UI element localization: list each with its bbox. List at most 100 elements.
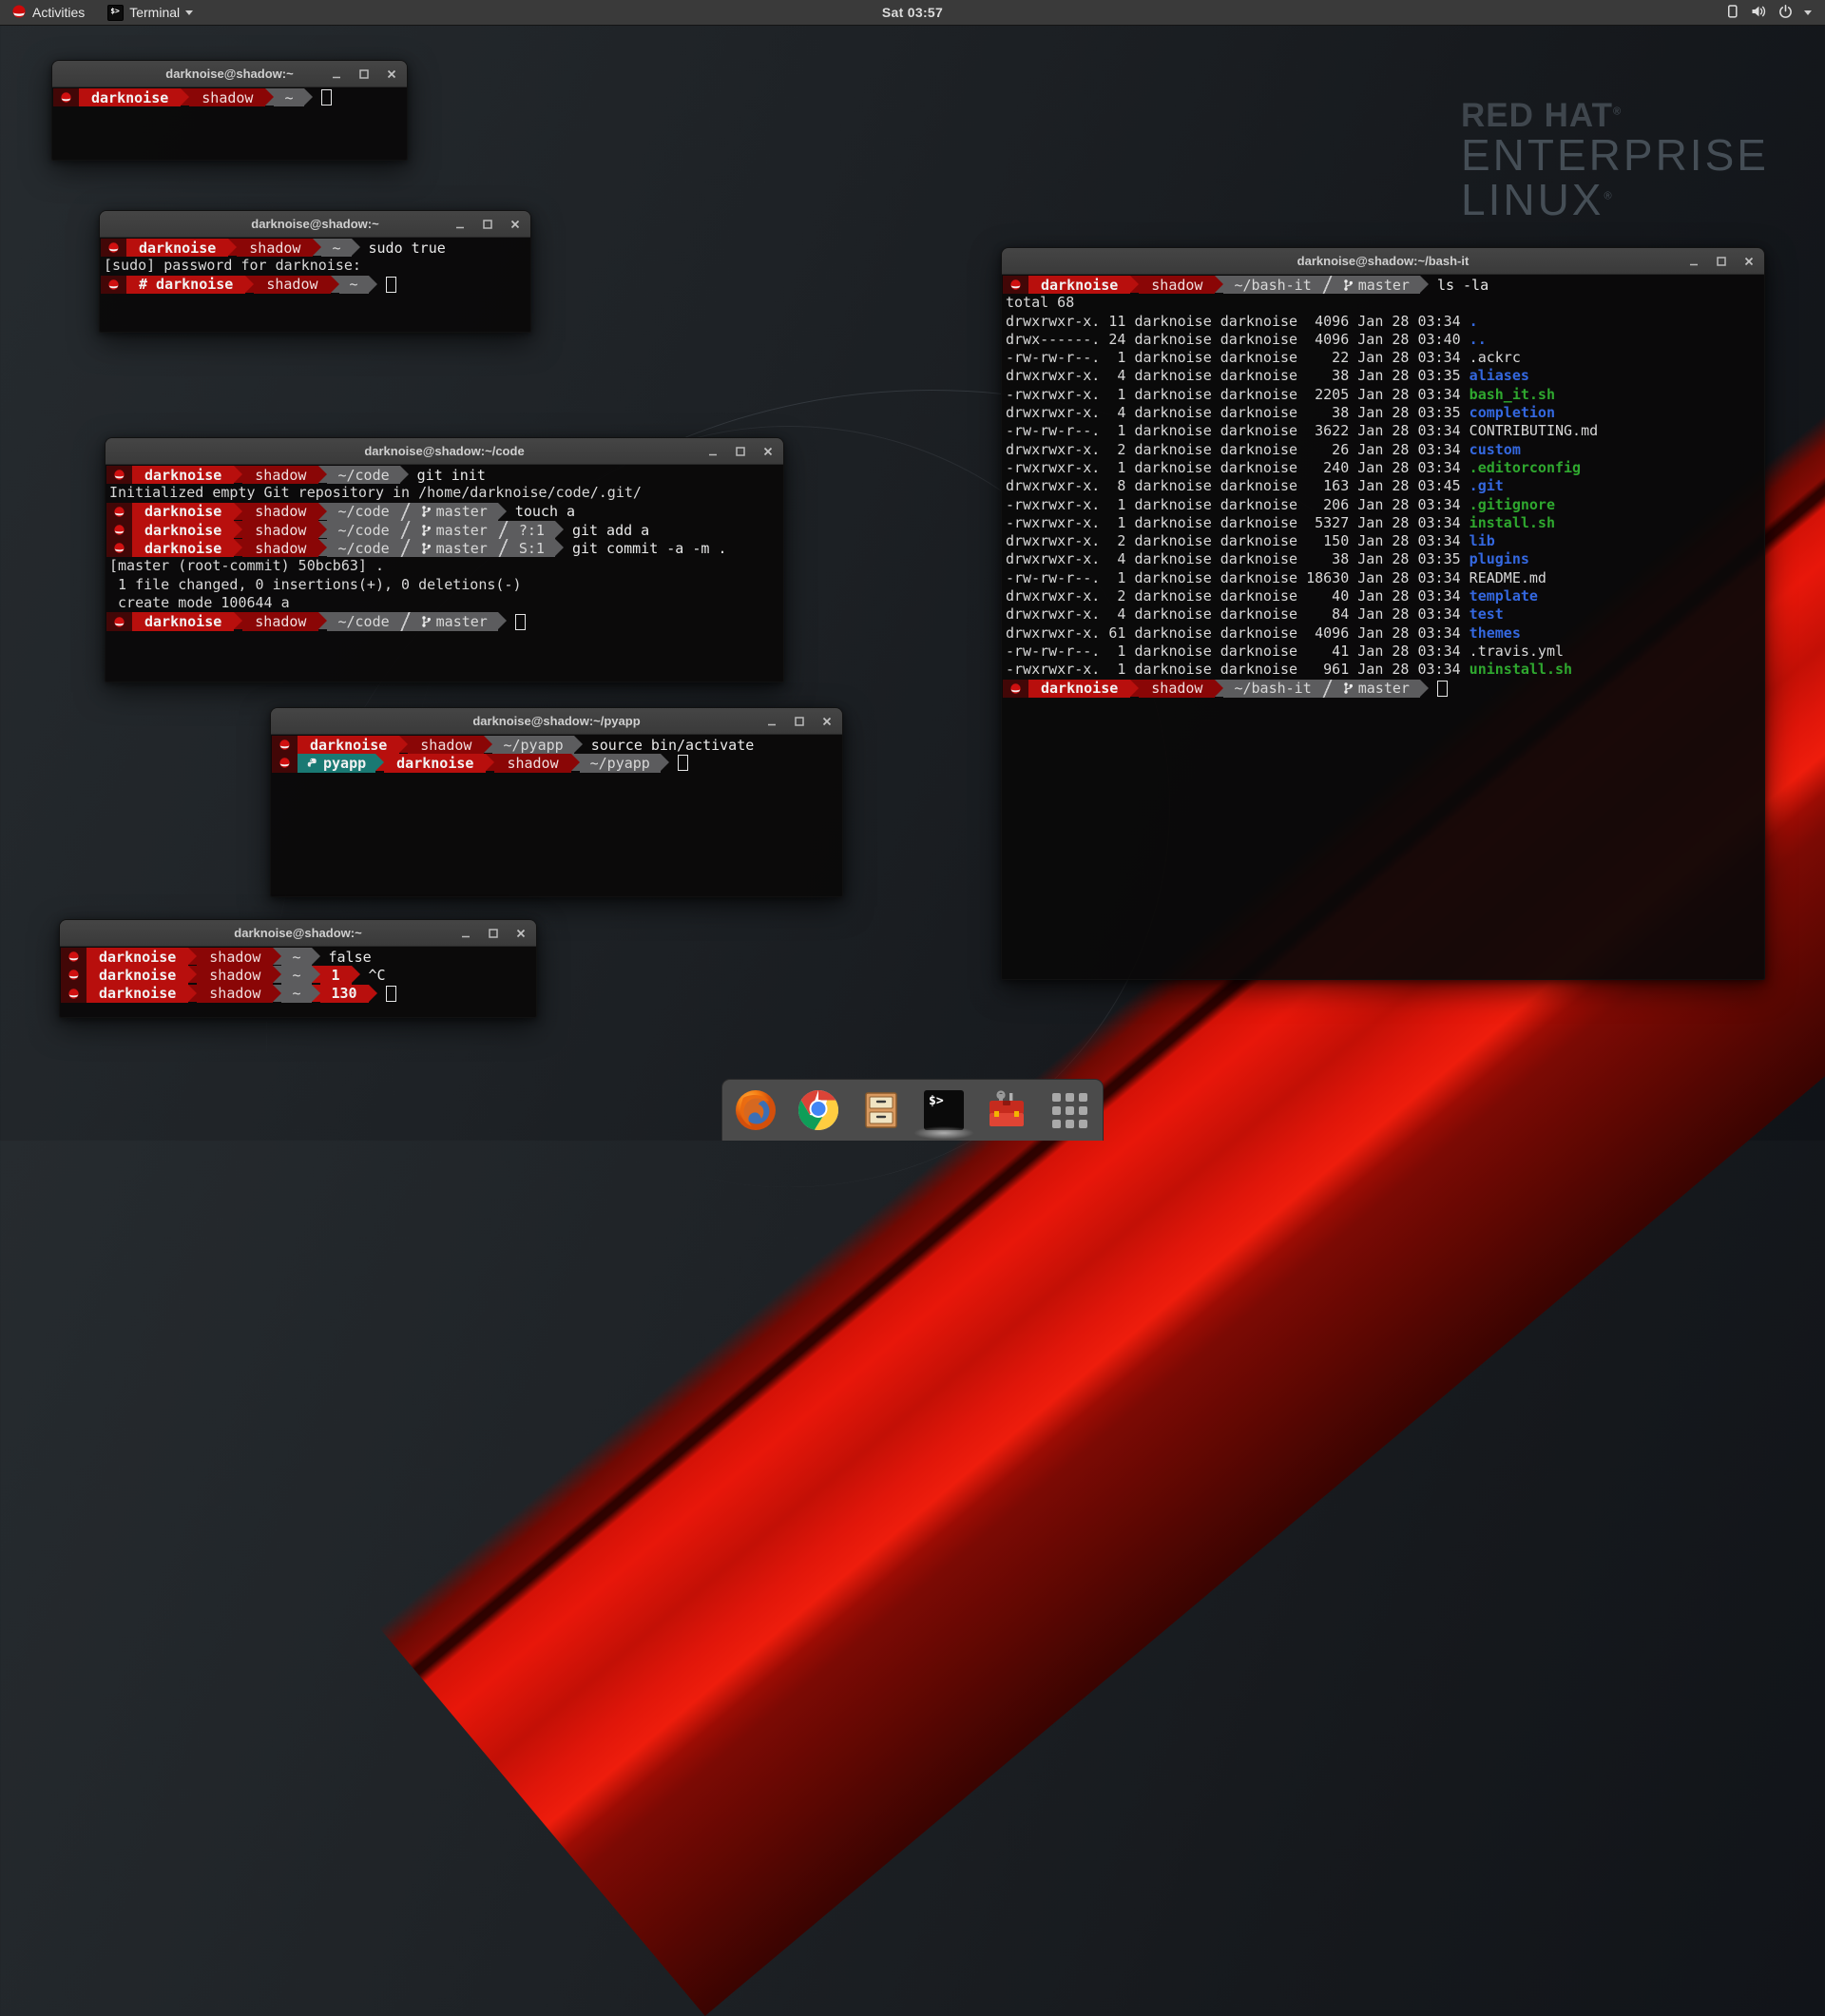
terminal-content[interactable]: darknoiseshadow~ — [52, 87, 407, 160]
prompt-segment-user: darknoise — [132, 466, 234, 484]
file-list-row: drwxrwxr-x. 4 darknoise darknoise 84 Jan… — [1003, 605, 1764, 624]
segment-arrow-separator — [574, 736, 583, 753]
terminal-content[interactable]: darknoiseshadow~falsedarknoiseshadow~1^C… — [60, 947, 536, 1017]
file-row-meta: drwxrwxr-x. 4 darknoise darknoise 38 Jan… — [1006, 404, 1470, 421]
window-titlebar[interactable]: darknoise@shadow:~ — [60, 920, 536, 947]
minimize-button[interactable] — [1686, 254, 1700, 268]
rhel-logo: RED HAT® ENTERPRISE LINUX® — [1461, 99, 1769, 222]
prompt-segment-path: ~/pyapp — [492, 736, 573, 754]
segment-arrow-separator — [555, 539, 564, 556]
terminal-window-sudo[interactable]: darknoise@shadow:~darknoiseshadow~sudo t… — [99, 210, 531, 333]
window-titlebar[interactable]: darknoise@shadow:~ — [100, 211, 530, 238]
prompt-segment-user: darknoise — [1028, 276, 1130, 294]
window-titlebar[interactable]: darknoise@shadow:~/code — [106, 438, 783, 465]
power-icon[interactable] — [1778, 4, 1793, 22]
terminal-content[interactable]: darknoiseshadow~/bash-itmasterls -latota… — [1002, 275, 1764, 979]
file-row-meta: drwxrwxr-x. 11 darknoise darknoise 4096 … — [1006, 313, 1470, 330]
prompt-segment-host: shadow — [237, 239, 313, 257]
terminal-window-bash-it[interactable]: darknoise@shadow:~/bash-itdarknoiseshado… — [1001, 247, 1765, 980]
terminal-prompt-line: darknoiseshadow~/bash-itmasterls -la — [1003, 276, 1764, 294]
maximize-button[interactable] — [480, 217, 494, 231]
file-row-meta: -rw-rw-r--. 1 darknoise darknoise 41 Jan… — [1006, 643, 1470, 660]
prompt-segment-path: ~/code — [327, 522, 399, 539]
segment-arrow-separator — [318, 612, 327, 629]
prompt-segment-host: shadow — [1139, 680, 1215, 698]
maximize-button[interactable] — [486, 926, 500, 940]
window-controls — [1686, 254, 1756, 268]
maximize-button[interactable] — [792, 714, 806, 728]
window-title: darknoise@shadow:~/code — [106, 444, 783, 458]
segment-arrow-separator — [234, 521, 242, 538]
terminal-window-pyapp[interactable]: darknoise@shadow:~/pyappdarknoiseshadow~… — [270, 707, 843, 897]
dock-item-toolbox[interactable] — [985, 1088, 1028, 1132]
close-button[interactable] — [508, 217, 522, 231]
terminal-prompt-line: darknoiseshadow~sudo true — [101, 239, 530, 257]
prompt-segment-path: ~ — [281, 948, 311, 966]
minimize-button[interactable] — [458, 926, 472, 940]
terminal-cursor — [515, 614, 526, 630]
close-button[interactable] — [760, 444, 775, 458]
activities-button[interactable]: Activities — [0, 0, 96, 25]
file-list-row: -rwxrwxr-x. 1 darknoise darknoise 2205 J… — [1003, 386, 1764, 404]
close-button[interactable] — [513, 926, 528, 940]
window-title: darknoise@shadow:~/bash-it — [1002, 254, 1764, 268]
clock[interactable]: Sat 03:57 — [882, 5, 943, 20]
minimize-button[interactable] — [329, 67, 343, 81]
dock-item-firefox[interactable] — [734, 1088, 778, 1132]
file-row-meta: -rw-rw-r--. 1 darknoise darknoise 22 Jan… — [1006, 349, 1470, 366]
minimize-button[interactable] — [705, 444, 720, 458]
file-name: .gitignore — [1470, 496, 1555, 513]
window-titlebar[interactable]: darknoise@shadow:~/pyapp — [271, 708, 842, 735]
prompt-segment-path: ~/codemaster?:1 — [327, 521, 554, 539]
dock-item-app-grid[interactable] — [1047, 1088, 1091, 1132]
maximize-button[interactable] — [733, 444, 747, 458]
app-menu-terminal[interactable]: $> Terminal — [96, 0, 204, 25]
window-titlebar[interactable]: darknoise@shadow:~/bash-it — [1002, 248, 1764, 275]
terminal-window-home-1[interactable]: darknoise@shadow:~darknoiseshadow~ — [51, 60, 408, 161]
terminal-window-home-2[interactable]: darknoise@shadow:~darknoiseshadow~falsed… — [59, 919, 537, 1018]
file-name: README.md — [1470, 569, 1546, 586]
terminal-prompt-line: darknoiseshadow~/codemastertouch a — [106, 503, 783, 521]
terminal-output-line: 1 file changed, 0 insertions(+), 0 delet… — [106, 576, 783, 594]
terminal-output-line: total 68 — [1003, 294, 1764, 312]
terminal-prompt-line: # darknoiseshadow~ — [101, 276, 530, 294]
terminal-window-code[interactable]: darknoise@shadow:~/code darknoiseshadow~/… — [105, 437, 784, 682]
prompt-segment-path: ~ — [274, 89, 303, 106]
prompt-command: git init — [417, 466, 486, 484]
registered-mark: ® — [1604, 190, 1614, 202]
terminal-output-line: [master (root-commit) 50bcb63] . — [106, 557, 783, 575]
segment-arrow-separator — [486, 754, 494, 771]
minimize-button[interactable] — [452, 217, 467, 231]
terminal-content[interactable]: darknoiseshadow~sudo true[sudo] password… — [100, 238, 530, 332]
maximize-button[interactable] — [356, 67, 371, 81]
window-titlebar[interactable]: darknoise@shadow:~ — [52, 61, 407, 87]
prompt-segment-user: darknoise — [79, 88, 181, 106]
maximize-button[interactable] — [1714, 254, 1728, 268]
terminal-content[interactable]: darknoiseshadow~/codegit initInitialized… — [106, 465, 783, 682]
minimize-button[interactable] — [764, 714, 778, 728]
prompt-segment-path: ~ — [281, 985, 311, 1002]
close-button[interactable] — [1741, 254, 1756, 268]
minimize-button-icon — [454, 219, 466, 230]
close-button-icon — [515, 928, 527, 939]
segment-arrow-separator — [1215, 276, 1223, 293]
redhat-prompt-icon — [272, 754, 298, 772]
display-brightness-icon[interactable] — [1725, 4, 1739, 22]
redhat-prompt-icon — [106, 521, 132, 539]
file-name: custom — [1470, 441, 1521, 458]
segment-slash-separator — [400, 612, 411, 630]
close-button[interactable] — [384, 67, 398, 81]
dock-item-files[interactable] — [859, 1088, 903, 1132]
dock-item-terminal[interactable]: $> — [922, 1088, 966, 1132]
prompt-segment-git: master — [411, 613, 498, 630]
terminal-content[interactable]: darknoiseshadow~/pyappsource bin/activat… — [271, 735, 842, 896]
volume-icon[interactable] — [1751, 4, 1767, 22]
window-controls — [458, 926, 528, 940]
file-list-row: -rwxrwxr-x. 1 darknoise darknoise 5327 J… — [1003, 514, 1764, 532]
segment-arrow-separator — [1215, 680, 1223, 697]
system-menu-chevron-icon[interactable] — [1804, 10, 1812, 15]
close-button[interactable] — [819, 714, 834, 728]
prompt-command: ls -la — [1437, 276, 1489, 294]
dock-item-chrome[interactable] — [797, 1088, 840, 1132]
terminal-prompt-line: darknoiseshadow~false — [61, 948, 536, 966]
